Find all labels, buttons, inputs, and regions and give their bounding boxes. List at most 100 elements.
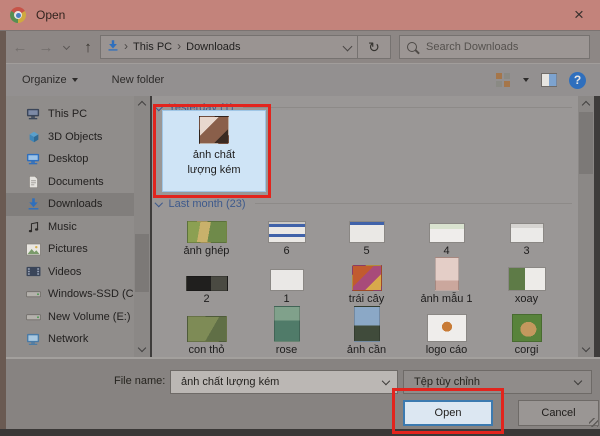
sidebar-item-pictures[interactable]: Pictures — [6, 238, 134, 261]
dropdown-arrow-icon — [71, 78, 78, 82]
file-item[interactable]: ảnh ghép — [168, 208, 245, 258]
up-button[interactable]: ↑ — [76, 31, 100, 64]
scroll-up-icon[interactable] — [134, 98, 150, 112]
sidebar-item-label: 3D Objects — [48, 130, 103, 143]
file-item[interactable]: con thỏ — [168, 307, 245, 357]
sidebar-item-new-volume-e[interactable]: New Volume (E:) — [6, 306, 134, 329]
sidebar-item-label: Documents — [48, 175, 104, 188]
chrome-icon — [10, 7, 26, 23]
file-item[interactable]: 6 — [248, 208, 325, 258]
new-folder-label: New folder — [111, 74, 165, 86]
file-item[interactable]: 4 — [408, 208, 485, 258]
scroll-up-icon[interactable] — [578, 98, 594, 112]
annotation-box-selected-file — [153, 104, 271, 198]
recent-locations-icon[interactable] — [58, 31, 74, 64]
combo-dropdown-icon[interactable] — [573, 376, 583, 386]
search-input[interactable] — [424, 40, 582, 54]
file-name-label: File name: — [114, 375, 166, 387]
preview-pane-icon[interactable] — [541, 73, 557, 87]
sidebar-item-label: Pictures — [48, 243, 88, 256]
file-item[interactable]: trái cây — [328, 256, 405, 306]
file-thumbnail — [186, 221, 227, 243]
search-icon — [407, 42, 417, 52]
monitor-icon — [26, 152, 41, 167]
document-icon — [26, 174, 41, 189]
scroll-down-icon[interactable] — [134, 341, 150, 355]
downloads-icon — [107, 39, 119, 55]
file-thumbnail — [426, 314, 467, 342]
file-thumbnail — [348, 221, 385, 243]
breadcrumb-this-pc[interactable]: This PC — [133, 41, 172, 53]
file-thumbnail — [351, 265, 382, 291]
file-item[interactable]: 3 — [488, 208, 565, 258]
download-icon — [26, 197, 41, 212]
address-bar[interactable]: › This PC › Downloads — [100, 35, 358, 59]
resize-grip[interactable] — [589, 418, 598, 427]
breadcrumb-separator: › — [177, 39, 182, 53]
sidebar-item-windows-ssd-c[interactable]: Windows-SSD (C: — [6, 283, 134, 306]
file-thumbnail — [507, 267, 546, 291]
file-name-input[interactable] — [179, 375, 380, 389]
drive-icon — [26, 309, 41, 324]
picture-icon — [26, 242, 41, 257]
file-label: ảnh mẫu 1 — [420, 293, 473, 305]
file-grid-row: con thỏ rose ảnh cần logo cáo corgi — [168, 306, 565, 357]
sidebar-item-label: Network — [48, 333, 89, 346]
sidebar-item-videos[interactable]: Videos — [6, 261, 134, 284]
sidebar-item-downloads[interactable]: Downloads — [6, 193, 134, 216]
scroll-down-icon[interactable] — [578, 341, 594, 355]
cancel-button[interactable]: Cancel — [518, 400, 599, 426]
sidebar-scrollbar[interactable] — [134, 96, 150, 357]
sidebar-item-3d-objects[interactable]: 3D Objects — [6, 126, 134, 149]
sidebar-item-label: New Volume (E:) — [48, 310, 131, 323]
file-thumbnail — [434, 257, 459, 291]
file-item[interactable]: 1 — [248, 256, 325, 306]
file-item[interactable]: xoay — [488, 256, 565, 306]
file-item[interactable]: rose — [248, 306, 325, 357]
help-icon[interactable]: ? — [569, 71, 586, 89]
file-item[interactable]: corgi — [488, 307, 565, 357]
file-label: rose — [275, 344, 298, 356]
new-folder-button[interactable]: New folder — [102, 64, 175, 96]
scrollbar-thumb[interactable] — [135, 234, 149, 292]
combo-dropdown-icon[interactable] — [382, 376, 391, 386]
organize-button[interactable]: Organize — [12, 64, 88, 96]
collapse-icon[interactable] — [154, 198, 163, 207]
file-item[interactable]: ảnh mẫu 1 — [408, 256, 485, 306]
sidebar-item-documents[interactable]: Documents — [6, 171, 134, 194]
breadcrumb-downloads[interactable]: Downloads — [186, 41, 240, 53]
view-mode-dropdown-icon[interactable] — [523, 78, 529, 82]
file-item[interactable]: 5 — [328, 208, 405, 258]
file-thumbnail — [509, 223, 544, 243]
file-thumbnail — [273, 306, 300, 342]
network-icon — [26, 332, 41, 347]
sidebar-item-this-pc[interactable]: This PC — [6, 103, 134, 126]
file-list-scrollbar[interactable] — [578, 96, 594, 357]
file-name-combo[interactable] — [170, 370, 398, 394]
scrollbar-thumb[interactable] — [579, 112, 593, 174]
cube-icon — [26, 129, 41, 144]
sidebar-item-network[interactable]: Network — [6, 328, 134, 351]
command-toolbar: Organize New folder ? — [6, 63, 600, 96]
close-icon[interactable]: × — [558, 0, 600, 30]
sidebar-item-music[interactable]: Music — [6, 216, 134, 239]
file-item[interactable]: logo cáo — [408, 307, 485, 357]
sidebar-item-desktop[interactable]: Desktop — [6, 148, 134, 171]
organize-label: Organize — [22, 74, 67, 86]
navigation-sidebar: This PC 3D Objects Desktop Documents Downloa… — [6, 96, 134, 357]
file-label: con thỏ — [188, 344, 225, 356]
view-mode-icon[interactable] — [496, 72, 511, 88]
file-label: 2 — [203, 293, 210, 305]
back-button[interactable]: ← — [8, 31, 32, 64]
computer-icon — [26, 107, 41, 122]
file-item[interactable]: 2 — [168, 256, 245, 306]
address-dropdown-icon[interactable] — [342, 41, 353, 53]
forward-button[interactable]: → — [34, 31, 58, 64]
file-thumbnail — [511, 314, 542, 342]
music-icon — [26, 219, 41, 234]
search-box[interactable] — [399, 35, 590, 59]
file-thumbnail — [428, 223, 465, 243]
refresh-button[interactable]: ↻ — [357, 35, 391, 59]
file-thumbnail — [353, 306, 380, 342]
file-item[interactable]: ảnh cần — [328, 306, 405, 357]
